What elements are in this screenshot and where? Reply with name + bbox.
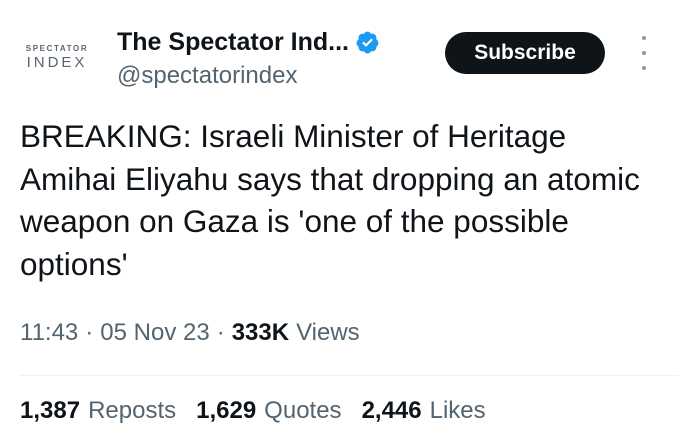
avatar-logo-bottom: INDEX xyxy=(26,54,88,71)
stat-count: 2,446 xyxy=(361,397,422,424)
avatar[interactable]: SPECTATOR INDEX xyxy=(20,44,94,80)
more-dot xyxy=(642,66,646,70)
tweet-meta: 11:43 · 05 Nov 23 · 333K Views xyxy=(20,319,360,347)
avatar-logo-top: SPECTATOR xyxy=(25,44,89,53)
author-name-row[interactable]: The Spectator Ind... xyxy=(117,25,380,59)
tweet-card: SPECTATOR INDEX The Spectator Ind... @sp… xyxy=(0,0,679,447)
stat-likes[interactable]: 2,446 Likes xyxy=(362,397,486,425)
engagement-stats: 1,387 Reposts 1,629 Quotes 2,446 Likes xyxy=(20,397,486,425)
tweet-text: BREAKING: Israeli Minister of Heritage A… xyxy=(20,118,640,282)
stat-quotes[interactable]: 1,629 Quotes xyxy=(196,397,341,425)
subscribe-button[interactable]: Subscribe xyxy=(445,32,605,74)
more-vertical-icon[interactable] xyxy=(637,36,651,70)
more-dot xyxy=(642,36,646,40)
stat-count: 1,629 xyxy=(196,397,257,424)
tweet-date[interactable]: 05 Nov 23 xyxy=(100,319,209,347)
stat-label: Likes xyxy=(429,397,486,424)
more-dot xyxy=(642,51,646,55)
views-count: 333K xyxy=(231,319,290,346)
verified-badge-icon xyxy=(356,31,379,53)
stat-label: Reposts xyxy=(88,397,177,424)
author-handle[interactable]: @spectatorindex xyxy=(117,62,297,90)
stat-reposts[interactable]: 1,387 Reposts xyxy=(20,397,176,425)
stat-label: Quotes xyxy=(264,397,342,424)
display-name[interactable]: The Spectator Ind... xyxy=(117,28,349,57)
views-label: Views xyxy=(296,319,360,346)
meta-separator: · xyxy=(85,319,94,346)
tweet-time[interactable]: 11:43 xyxy=(20,319,78,347)
stat-count: 1,387 xyxy=(20,397,81,424)
meta-separator: · xyxy=(216,319,225,346)
divider xyxy=(20,375,679,376)
